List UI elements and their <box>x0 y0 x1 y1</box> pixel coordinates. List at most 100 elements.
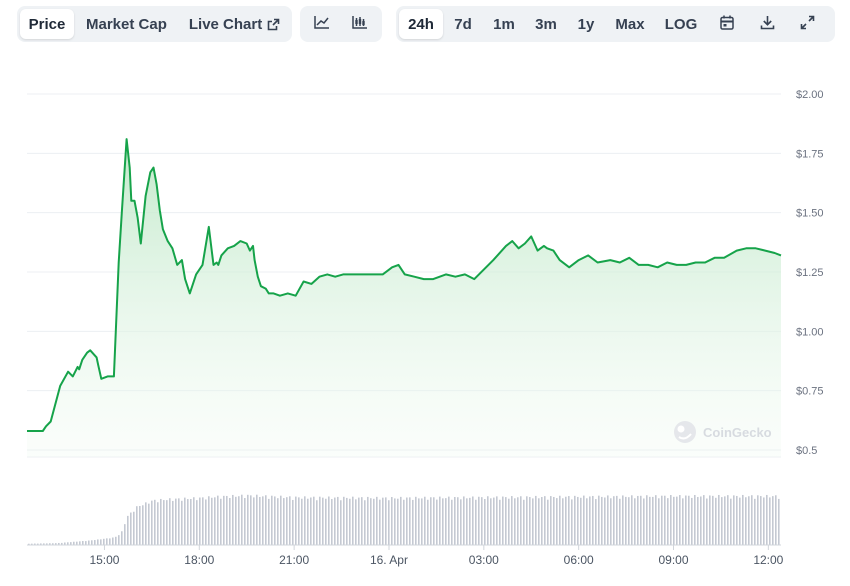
y-tick-label: $2.00 <box>796 89 824 101</box>
volume-bar <box>514 498 516 545</box>
volume-bar <box>244 498 246 545</box>
volume-bar <box>712 495 714 545</box>
volume-bar <box>220 498 222 545</box>
volume-bar <box>109 538 111 545</box>
volume-bar <box>127 515 129 545</box>
x-tick-label: 09:00 <box>658 553 688 567</box>
volume-bar <box>490 498 492 545</box>
volume-bar <box>763 497 765 545</box>
volume-bar <box>619 498 621 545</box>
volume-bar <box>160 498 162 545</box>
volume-bar <box>133 511 135 545</box>
volume-bar <box>634 498 636 545</box>
volume-bar <box>544 496 546 545</box>
volume-bar <box>166 500 168 545</box>
volume-bar <box>76 541 78 545</box>
volume-bar <box>559 495 561 545</box>
volume-bar <box>706 498 708 545</box>
volume-bar <box>118 535 120 545</box>
price-area <box>27 139 781 457</box>
volume-bar <box>373 498 375 545</box>
volume-bar <box>637 495 639 545</box>
volume-bar <box>376 496 378 545</box>
volume-bar <box>736 495 738 545</box>
volume-bar <box>502 496 504 545</box>
volume-bar <box>505 497 507 545</box>
volume-bar <box>595 499 597 545</box>
volume-bar <box>691 497 693 545</box>
volume-bar <box>745 497 747 545</box>
volume-bar <box>289 496 291 545</box>
volume-bar <box>193 497 195 545</box>
volume-bar <box>700 496 702 545</box>
volume-bar <box>688 495 690 545</box>
volume-bar <box>769 497 771 545</box>
volume-bar <box>154 499 156 545</box>
volume-bar <box>682 498 684 545</box>
volume-bar <box>679 495 681 545</box>
volume-bar <box>403 499 405 545</box>
volume-bar <box>493 497 495 545</box>
volume-bar <box>424 496 426 545</box>
volume-bar <box>163 500 165 545</box>
volume-bar <box>718 494 720 545</box>
x-tick-label: 03:00 <box>469 553 499 567</box>
volume-bar <box>724 496 726 545</box>
volume-bar <box>742 494 744 545</box>
volume-bar <box>382 497 384 545</box>
volume-bar <box>106 538 108 545</box>
volume-bar <box>673 496 675 545</box>
volume-bar <box>508 498 510 545</box>
volume-bar <box>418 498 420 545</box>
volume-bar <box>283 498 285 545</box>
volume-bar <box>631 495 633 545</box>
volume-bar <box>778 498 780 545</box>
volume-bar <box>214 497 216 545</box>
volume-bar <box>91 540 93 545</box>
volume-bar <box>304 496 306 545</box>
volume-bar <box>721 497 723 545</box>
volume-bar <box>142 505 144 545</box>
volume-bar <box>553 496 555 545</box>
volume-bar <box>397 498 399 545</box>
volume-bar <box>562 498 564 545</box>
volume-bar <box>241 494 243 545</box>
volume-bar <box>217 495 219 545</box>
volume-bar <box>343 496 345 545</box>
volume-bar <box>670 495 672 545</box>
volume-bar <box>433 497 435 545</box>
volume-bar <box>271 495 273 545</box>
volume-bar <box>211 497 213 545</box>
volume-bar <box>196 500 198 545</box>
volume-bar <box>208 496 210 545</box>
volume-bar <box>625 496 627 545</box>
volume-bar <box>139 505 141 545</box>
volume-bar <box>652 496 654 545</box>
volume-bar <box>124 524 126 545</box>
y-tick-label: $0.75 <box>796 386 824 398</box>
volume-bar <box>601 496 603 545</box>
volume-bar <box>703 495 705 545</box>
volume-bar <box>367 496 369 545</box>
volume-bar <box>589 496 591 545</box>
volume-bar <box>316 500 318 545</box>
volume-bar <box>145 502 147 545</box>
volume-bar <box>136 506 138 545</box>
volume-bar <box>610 498 612 545</box>
volume-bar <box>598 495 600 545</box>
volume-bar <box>94 540 96 545</box>
volume-bar <box>223 495 225 545</box>
volume-bar <box>388 500 390 545</box>
volume-bar <box>238 496 240 545</box>
volume-bar <box>523 499 525 545</box>
volume-bar <box>292 499 294 545</box>
volume-bar <box>349 498 351 545</box>
volume-bar <box>250 495 252 545</box>
volume-bar <box>325 498 327 545</box>
volume-bar <box>667 498 669 545</box>
volume-bar <box>232 494 234 545</box>
watermark-text: CoinGecko <box>703 425 772 440</box>
volume-bar <box>331 499 333 545</box>
volume-bar <box>466 498 468 545</box>
volume-bar <box>355 499 357 545</box>
